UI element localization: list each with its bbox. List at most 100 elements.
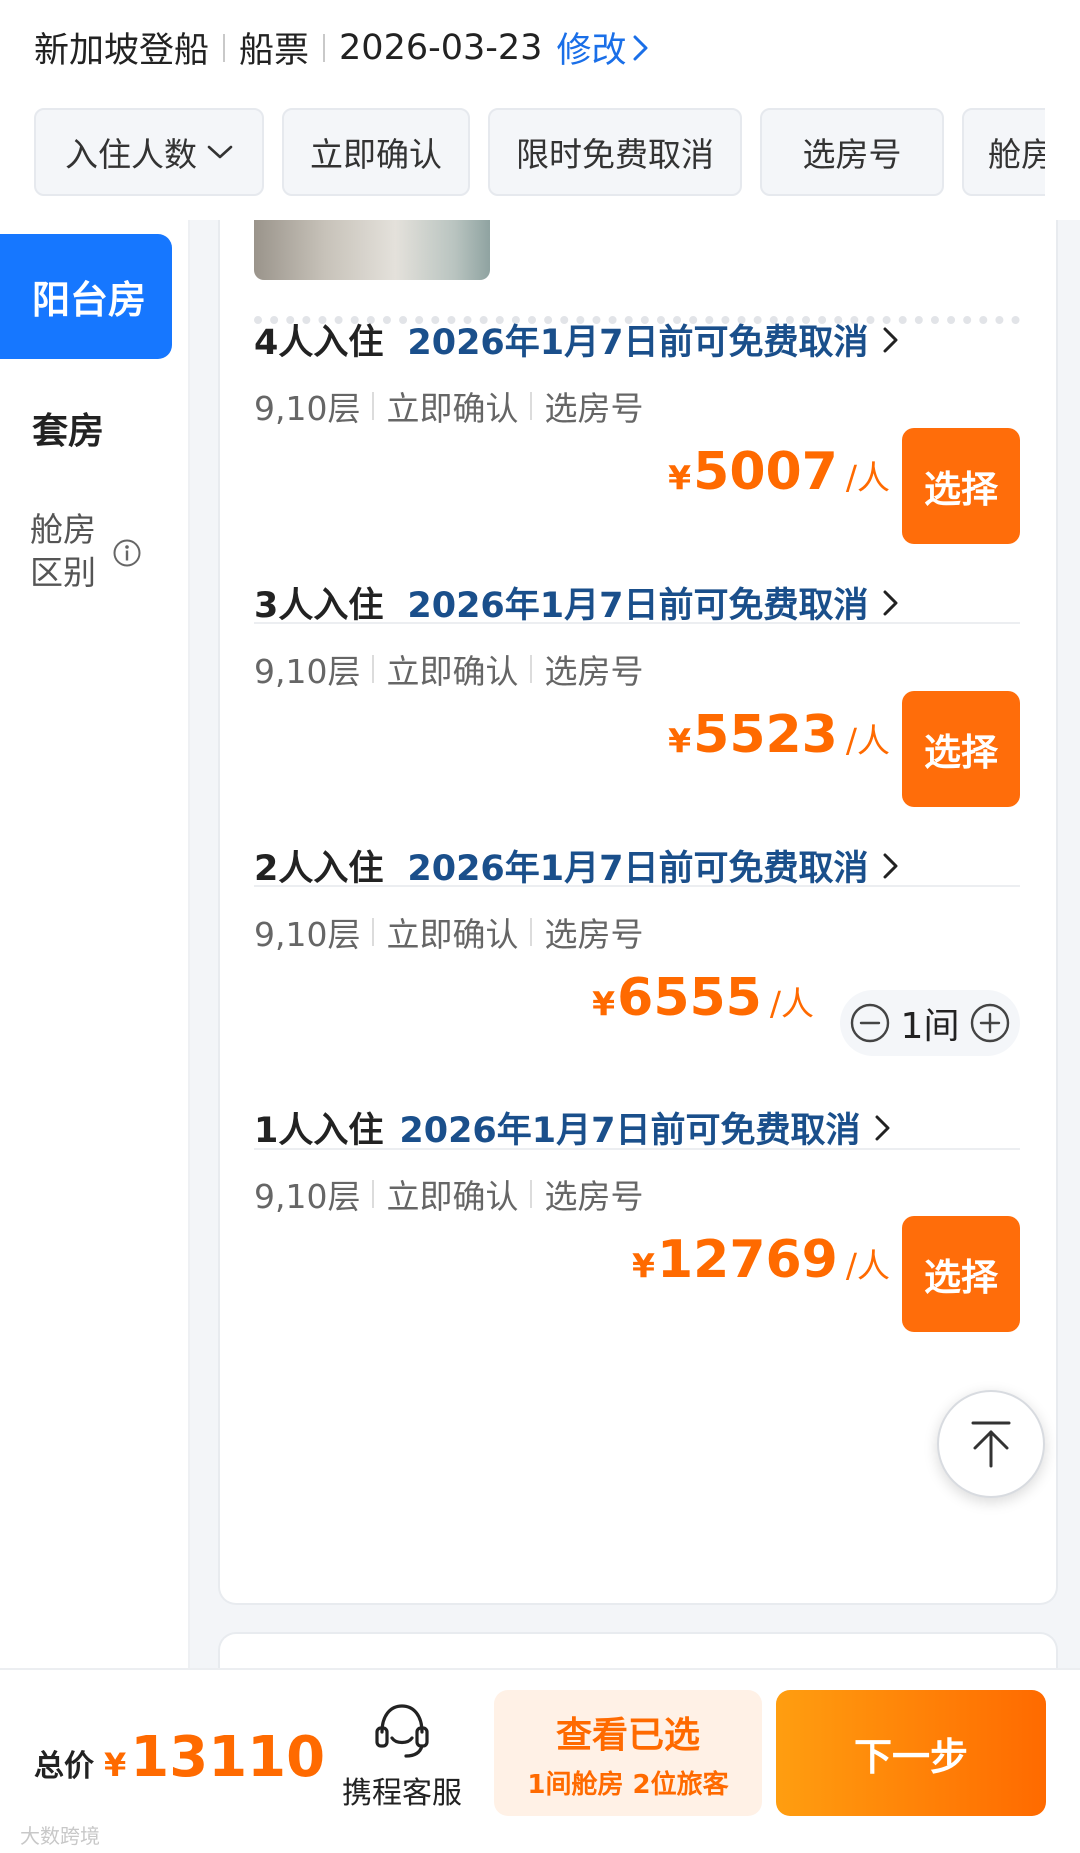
- next-step-button[interactable]: 下一步: [776, 1690, 1046, 1816]
- option-title[interactable]: 4人入住 2026年1月7日前可免费取消: [254, 314, 900, 365]
- divider: [530, 918, 533, 946]
- price-value: 12769: [656, 1230, 838, 1290]
- divider: [530, 392, 533, 420]
- tag-deck: 9,10层: [254, 389, 361, 428]
- cancel-policy: 2026年1月7日前可免费取消: [407, 323, 869, 363]
- select-button-label: 选择: [924, 731, 998, 774]
- watermark: 大数跨境: [20, 1820, 100, 1849]
- filter-bar: 入住人数 立即确认 限时免费取消 选房号 舱房: [0, 108, 1045, 198]
- filter-cabin[interactable]: 舱房: [962, 108, 1045, 196]
- filter-label: 选房号: [802, 135, 902, 174]
- select-button[interactable]: 选择: [902, 691, 1020, 807]
- price-option-row: 1人入住 2026年1月7日前可免费取消 9,10层 立即确认 选房号 ¥ 12…: [254, 1102, 1020, 1432]
- header: 新加坡登船 船票 2026-03-23 修改: [0, 0, 1080, 90]
- tag-room-number: 选房号: [544, 915, 644, 954]
- option-tags: 9,10层 立即确认 选房号: [254, 1170, 643, 1218]
- cabin-difference-label: 舱房: [30, 510, 96, 549]
- divider: [323, 33, 326, 62]
- chevron-right-icon: [633, 35, 648, 60]
- filter-label: 限时免费取消: [516, 135, 714, 174]
- minus-icon[interactable]: [848, 1001, 892, 1045]
- select-button-label: 选择: [924, 1256, 998, 1299]
- tag-deck: 9,10层: [254, 1177, 361, 1216]
- plus-icon[interactable]: [968, 1001, 1012, 1045]
- product-type: 船票: [239, 31, 310, 71]
- sidebar-item-suite[interactable]: 套房: [32, 402, 104, 454]
- cabin-category-sidebar: 阳台房 套房 舱房 区别: [0, 220, 190, 1668]
- room-quantity-stepper: 1间: [840, 990, 1020, 1056]
- price-per-person: ¥ 5523 /人: [668, 705, 890, 820]
- price-value: 6555: [617, 968, 762, 1028]
- tag-instant-confirm: 立即确认: [386, 652, 519, 691]
- price-unit: /人: [769, 984, 814, 1023]
- chevron-right-icon: [883, 590, 898, 615]
- view-selected-button[interactable]: 查看已选 1间舱房 2位旅客: [494, 1690, 762, 1816]
- watermark-text: 大数跨境: [20, 1824, 100, 1848]
- tag-instant-confirm: 立即确认: [386, 1177, 519, 1216]
- currency-symbol: ¥: [592, 984, 616, 1023]
- chevron-down-icon: [207, 145, 233, 159]
- occupancy-label: 4人入住: [254, 323, 384, 363]
- divider: [372, 655, 375, 683]
- customer-service-label: 携程客服: [342, 1776, 462, 1811]
- price-per-person: ¥ 5007 /人: [668, 442, 890, 557]
- cancel-policy: 2026年1月7日前可免费取消: [407, 849, 869, 889]
- next-step-label: 下一步: [853, 1734, 968, 1779]
- selected-summary: 1间舱房 2位旅客: [527, 1769, 729, 1800]
- option-tags: 9,10层 立即确认 选房号: [254, 908, 643, 956]
- filter-instant-confirm[interactable]: 立即确认: [282, 108, 470, 196]
- cabin-card: 4人入住 2026年1月7日前可免费取消 9,10层 立即确认 选房号 ¥ 50…: [218, 220, 1058, 1605]
- filter-label: 立即确认: [310, 135, 442, 174]
- filter-free-cancel[interactable]: 限时免费取消: [488, 108, 742, 196]
- tag-room-number: 选房号: [544, 652, 644, 691]
- sail-date: 2026-03-23: [339, 27, 543, 68]
- divider: [530, 655, 533, 683]
- option-tags: 9,10层 立即确认 选房号: [254, 645, 643, 693]
- select-button[interactable]: 选择: [902, 428, 1020, 544]
- tag-instant-confirm: 立即确认: [386, 389, 519, 428]
- price-per-person: ¥ 12769 /人: [632, 1230, 890, 1345]
- cabin-difference-link[interactable]: 舱房 区别: [30, 508, 96, 594]
- cancel-policy: 2026年1月7日前可免费取消: [399, 1111, 861, 1151]
- filter-choose-room-number[interactable]: 选房号: [760, 108, 944, 196]
- trip-summary: 新加坡登船 船票 2026-03-23 修改: [34, 22, 650, 73]
- sidebar-item-balcony[interactable]: 阳台房: [0, 234, 172, 359]
- currency-symbol: ¥: [104, 1746, 127, 1784]
- chevron-right-icon: [883, 853, 898, 878]
- price-value: 5523: [693, 705, 838, 765]
- modify-link[interactable]: 修改: [556, 22, 650, 73]
- filter-label: 入住人数: [65, 135, 197, 174]
- option-title[interactable]: 2人入住 2026年1月7日前可免费取消: [254, 840, 900, 891]
- chevron-right-icon: [875, 1115, 890, 1140]
- tag-deck: 9,10层: [254, 652, 361, 691]
- filter-occupancy[interactable]: 入住人数: [34, 108, 264, 196]
- divider: [530, 1180, 533, 1208]
- price-unit: /人: [845, 1246, 890, 1285]
- occupancy-label: 2人入住: [254, 849, 384, 889]
- back-to-top-button[interactable]: [937, 1390, 1045, 1498]
- tag-instant-confirm: 立即确认: [386, 915, 519, 954]
- price-value: 5007: [693, 442, 838, 502]
- customer-service-button[interactable]: 携程客服: [332, 1700, 472, 1812]
- cabin-difference-label: 区别: [30, 553, 96, 592]
- currency-symbol: ¥: [631, 1246, 655, 1285]
- divider: [372, 392, 375, 420]
- occupancy-label: 1人入住: [254, 1111, 384, 1151]
- divider: [223, 33, 226, 62]
- option-tags: 9,10层 立即确认 选房号: [254, 382, 643, 430]
- info-icon[interactable]: [112, 538, 142, 568]
- total-label: 总价: [34, 1749, 94, 1784]
- total-value: 13110: [130, 1725, 326, 1790]
- cancel-policy: 2026年1月7日前可免费取消: [407, 586, 869, 626]
- price-unit: /人: [845, 721, 890, 760]
- currency-symbol: ¥: [668, 721, 692, 760]
- cabin-photo[interactable]: [254, 220, 490, 280]
- modify-label: 修改: [556, 31, 627, 71]
- tag-room-number: 选房号: [544, 389, 644, 428]
- option-title[interactable]: 1人入住 2026年1月7日前可免费取消: [254, 1102, 892, 1153]
- divider: [372, 918, 375, 946]
- select-button[interactable]: 选择: [902, 1216, 1020, 1332]
- headset-icon: [375, 1704, 429, 1758]
- option-title[interactable]: 3人入住 2026年1月7日前可免费取消: [254, 577, 900, 628]
- total-price[interactable]: 总价 ¥ 13110: [34, 1725, 325, 1790]
